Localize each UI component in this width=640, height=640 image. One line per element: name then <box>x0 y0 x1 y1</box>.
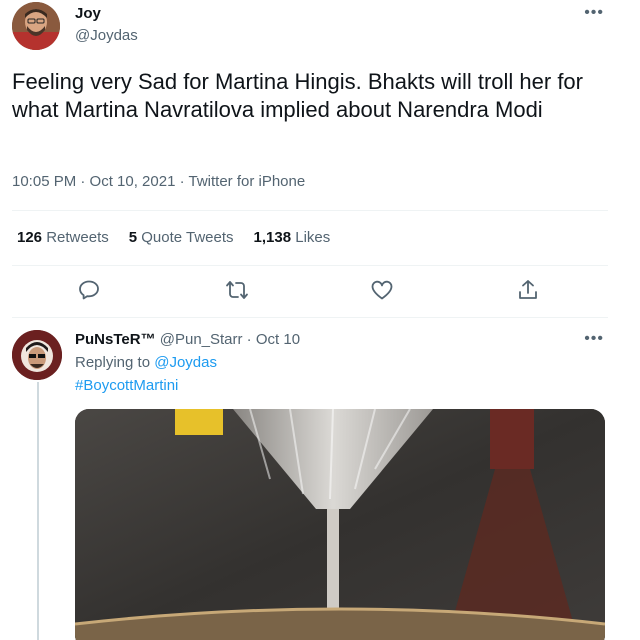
tweet-timestamp[interactable]: 10:05 PM · Oct 10, 2021 · Twitter for iP… <box>12 173 305 190</box>
retweets-label: Retweets <box>46 229 109 246</box>
user-avatar-icon <box>12 2 60 50</box>
quote-tweets-label: Quote Tweets <box>141 229 234 246</box>
likes-stat[interactable]: 1,138 Likes <box>254 229 331 246</box>
hashtag-link[interactable]: #BoycottMartini <box>75 377 178 394</box>
handle[interactable]: @Joydas <box>75 27 138 44</box>
reply-icon[interactable] <box>77 278 101 302</box>
share-icon[interactable] <box>516 278 540 302</box>
replying-prefix: Replying to <box>75 354 151 371</box>
replying-to-link[interactable]: @Joydas <box>154 354 217 371</box>
more-options-icon[interactable]: ••• <box>584 330 604 348</box>
action-bar <box>0 278 640 304</box>
handle-and-time[interactable]: @Pun_Starr · Oct 10 <box>160 331 300 348</box>
engagement-stats: 126 Retweets 5 Quote Tweets 1,138 Likes <box>17 229 330 246</box>
divider <box>12 210 608 211</box>
quote-tweets-stat[interactable]: 5 Quote Tweets <box>129 229 234 246</box>
replying-to: Replying to @Joydas <box>75 354 217 371</box>
retweets-stat[interactable]: 126 Retweets <box>17 229 109 246</box>
tweet-media[interactable] <box>75 409 605 640</box>
display-name[interactable]: Joy <box>75 5 101 22</box>
retweet-icon[interactable] <box>225 278 249 302</box>
retweets-count: 126 <box>17 229 43 246</box>
likes-count: 1,138 <box>253 229 292 246</box>
reply-author[interactable]: PuNsTeR™ @Pun_Starr · Oct 10 <box>75 331 300 348</box>
like-icon[interactable] <box>370 278 394 302</box>
divider <box>12 265 608 266</box>
martini-photo-icon <box>75 409 605 640</box>
reply-tweet[interactable]: PuNsTeR™ @Pun_Starr · Oct 10 ••• Replyin… <box>0 320 640 640</box>
quote-tweets-count: 5 <box>128 229 138 246</box>
display-name[interactable]: PuNsTeR™ <box>75 331 156 348</box>
tweet-text: Feeling very Sad for Martina Hingis. Bha… <box>12 69 583 122</box>
more-options-icon[interactable]: ••• <box>584 4 604 22</box>
thread-line <box>37 382 39 640</box>
likes-label: Likes <box>295 229 331 246</box>
avatar[interactable] <box>12 330 62 380</box>
avatar[interactable] <box>12 2 60 50</box>
user-avatar-icon <box>12 330 62 380</box>
divider <box>12 317 608 318</box>
